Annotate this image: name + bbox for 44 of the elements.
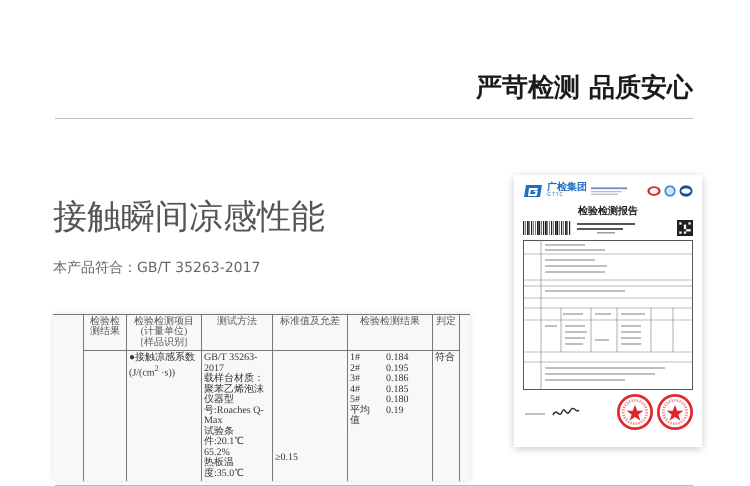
table-cell-text: 热板温度:35.0℃ bbox=[204, 458, 244, 479]
feature-title: 接触瞬间凉感性能 bbox=[53, 196, 326, 239]
table-cell-text: ≥0.15 bbox=[275, 452, 299, 463]
table-cell-text: 符合 bbox=[435, 353, 456, 364]
table-cell-text: 2# bbox=[350, 364, 361, 374]
table-cell: 0.186 bbox=[386, 374, 408, 384]
table-cell-text: 试验条件:20.1℃ 65.2% bbox=[204, 426, 244, 458]
table-cell-text: 0.19 bbox=[386, 406, 404, 418]
certification-icon bbox=[647, 184, 661, 196]
seal-icon bbox=[617, 394, 653, 430]
column-header: 检验检测项目 bbox=[133, 316, 195, 326]
column-header: 检验检测结果 bbox=[89, 316, 121, 338]
table-cell-text: 载样台材质：聚苯乙烯泡沫 bbox=[204, 374, 265, 394]
table-cell-text: 平均值 bbox=[350, 406, 371, 426]
column-header: (计量单位) bbox=[140, 327, 188, 337]
report-title: 检验检测报告 bbox=[576, 204, 639, 218]
logo-icon bbox=[523, 184, 543, 198]
address-lines-drawing bbox=[591, 186, 627, 196]
table-cell: 0.195 bbox=[386, 364, 408, 374]
contact-lines-drawing bbox=[577, 221, 637, 235]
slogan: 严苛检测 品质安心 bbox=[476, 72, 693, 105]
table-cell-text: (J/(cm$^{2}$ ·s)) bbox=[129, 364, 176, 378]
table-cell-text: 1# bbox=[350, 353, 361, 364]
certification-icon bbox=[663, 184, 677, 196]
column-header: 测试方法 bbox=[216, 316, 258, 327]
column-header: 标准值及允差 bbox=[279, 316, 341, 327]
column-header: 检验检测结果 bbox=[359, 316, 421, 327]
column-header: [样品识别] bbox=[140, 338, 188, 348]
standard-note: 本产品符合：GB/T 35263-2017 bbox=[53, 259, 262, 277]
certification-icon bbox=[679, 184, 693, 196]
table-cell: 0.184 bbox=[386, 353, 408, 364]
qr-code-icon bbox=[677, 220, 693, 236]
barcode-icon bbox=[523, 221, 571, 235]
table-cell-text: 3# bbox=[350, 374, 361, 384]
table-cell: 0.180 bbox=[386, 395, 408, 406]
company-name: 广检集团 bbox=[547, 183, 587, 193]
table-cell-text: ●接触凉感系数 bbox=[129, 353, 196, 364]
column-header: 判定 bbox=[435, 316, 457, 327]
table-cell: 0.185 bbox=[386, 384, 408, 395]
seal-icon bbox=[657, 394, 693, 430]
table-cell-text: GB/T 35263-2017 bbox=[204, 353, 258, 374]
table-cell-text: 5# bbox=[350, 395, 361, 405]
table-cell-text: 4# bbox=[350, 384, 361, 395]
table-cell-text: 仪器型号:Roaches Q-Max bbox=[204, 395, 265, 426]
